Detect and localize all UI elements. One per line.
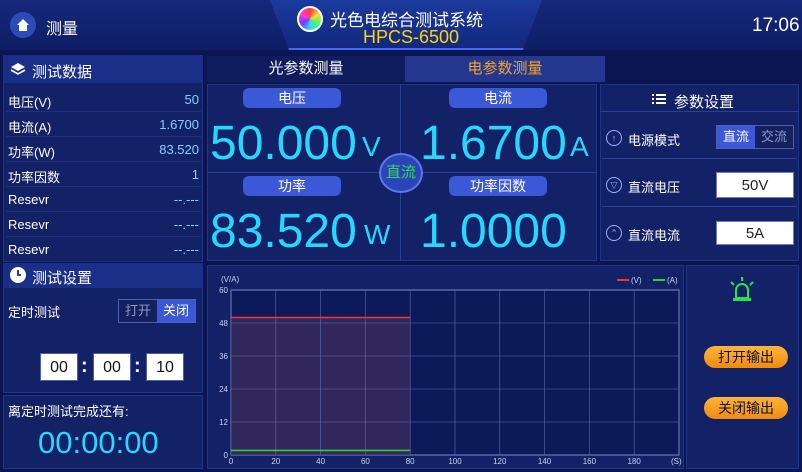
dc-option[interactable]: 直流 [717, 126, 755, 148]
logo-icon [297, 6, 323, 32]
y-tick-label: 48 [219, 319, 228, 328]
clock: 17:06 [752, 15, 800, 36]
divider [602, 206, 797, 207]
page-title: 测量 [46, 21, 79, 38]
row-label: 电压(V) [8, 95, 52, 110]
remaining-time: 00:00:00 [38, 425, 159, 460]
open-output-button[interactable]: 打开输出 [704, 346, 788, 368]
arrow-down-icon: ▽ [606, 177, 622, 193]
row-value: --.--- [173, 242, 199, 257]
dc-voltage-label: 直流电压 [628, 180, 681, 195]
table-row: Resevr --.--- [6, 237, 201, 262]
row-label: Resevr [8, 192, 50, 207]
table-row: 电压(V) 50 [6, 87, 201, 112]
legend-label: (V) [631, 276, 642, 285]
chart: 604836241200 20 40 60 80 100 120 140 160 180(V/A)… [219, 275, 682, 466]
timer-label: 定时测试 [8, 305, 61, 320]
pf-value: 1.0000 [420, 205, 567, 258]
table-row: Resevr --.--- [6, 212, 201, 237]
arrow-up-icon: ↑ [606, 130, 622, 146]
row-value: --.--- [173, 192, 199, 207]
voltage-label: 电压 [243, 88, 341, 108]
pf-label: 功率因数 [449, 176, 547, 196]
home-icon[interactable] [10, 12, 36, 38]
test-settings-title: 测试设置 [32, 270, 93, 287]
table-row: 功率(W) 83.520 [6, 137, 201, 162]
close-output-button[interactable]: 关闭输出 [704, 397, 788, 419]
x-axis-label: (S) [671, 457, 682, 466]
x-tick-label: 20 [271, 457, 280, 466]
layers-icon [10, 61, 26, 77]
timer-toggle[interactable]: 打开 关闭 [118, 299, 196, 323]
power-unit: W [364, 219, 391, 250]
x-tick-label: 0 [229, 457, 234, 466]
current-value: 1.6700 [420, 117, 567, 170]
double-up-icon: ⌃ [606, 225, 622, 241]
dc-voltage-field[interactable]: 50V [716, 172, 794, 198]
dc-current-label: 直流电流 [628, 228, 681, 243]
divider [602, 158, 797, 159]
table-row: Resevr --.--- [6, 187, 201, 212]
y-tick-label: 12 [219, 418, 228, 427]
model-name: HPCS-6500 [363, 27, 460, 47]
x-tick-label: 160 [583, 457, 597, 466]
x-tick-label: 140 [538, 457, 552, 466]
voltage-unit: V [362, 131, 381, 162]
row-label: Resevr [8, 242, 50, 257]
hours-field[interactable]: 00 [40, 353, 78, 381]
timer-off-option[interactable]: 关闭 [157, 300, 195, 322]
tab-optical[interactable]: 光参数测量 [207, 56, 405, 82]
test-data-title: 测试数据 [32, 64, 93, 81]
row-value: --.--- [173, 217, 199, 232]
minutes-field[interactable]: 00 [93, 353, 131, 381]
table-row: 电流(A) 1.6700 [6, 112, 201, 137]
row-value: 83.520 [159, 142, 199, 157]
x-tick-label: 180 [628, 457, 642, 466]
time-separator: : [81, 355, 88, 377]
params-title: 参数设置 [674, 94, 735, 111]
alarm-light-icon [728, 276, 756, 302]
row-value: 1.6700 [159, 117, 199, 132]
row-value: 50 [184, 92, 199, 107]
row-value: 1 [191, 167, 199, 182]
x-tick-label: 60 [361, 457, 370, 466]
current-label: 电流 [449, 88, 547, 108]
clock-icon [10, 267, 26, 283]
tab-electrical[interactable]: 电参数测量 [405, 56, 605, 82]
row-label: Resevr [8, 217, 50, 232]
power-mode-label: 电源模式 [628, 133, 681, 148]
voltage-value: 50.000 [210, 117, 357, 170]
y-axis-label: (V/A) [221, 275, 240, 284]
row-label: 电流(A) [8, 120, 52, 135]
legend-label: (A) [667, 276, 678, 285]
row-label: 功率因数 [8, 170, 61, 185]
y-tick-label: 24 [219, 385, 228, 394]
mode-badge: 直流 [379, 153, 423, 193]
seconds-field[interactable]: 10 [146, 353, 184, 381]
y-tick-label: 36 [219, 352, 228, 361]
table-row: 功率因数 1 [6, 162, 201, 187]
power-mode-toggle[interactable]: 直流 交流 [716, 125, 794, 149]
power-value: 83.520 [210, 205, 357, 258]
row-label: 功率(W) [8, 145, 55, 160]
power-label: 功率 [243, 176, 341, 196]
x-tick-label: 120 [493, 457, 507, 466]
dc-current-field[interactable]: 5A [716, 221, 794, 245]
y-tick-label: 60 [219, 286, 228, 295]
current-unit: A [570, 131, 589, 162]
x-tick-label: 40 [316, 457, 325, 466]
x-tick-label: 100 [448, 457, 462, 466]
time-separator: : [134, 355, 141, 377]
timer-on-option[interactable]: 打开 [119, 300, 157, 322]
x-tick-label: 80 [406, 457, 415, 466]
remaining-label: 离定时测试完成还有: [8, 404, 129, 419]
list-icon [652, 92, 666, 104]
ac-option[interactable]: 交流 [755, 126, 793, 148]
